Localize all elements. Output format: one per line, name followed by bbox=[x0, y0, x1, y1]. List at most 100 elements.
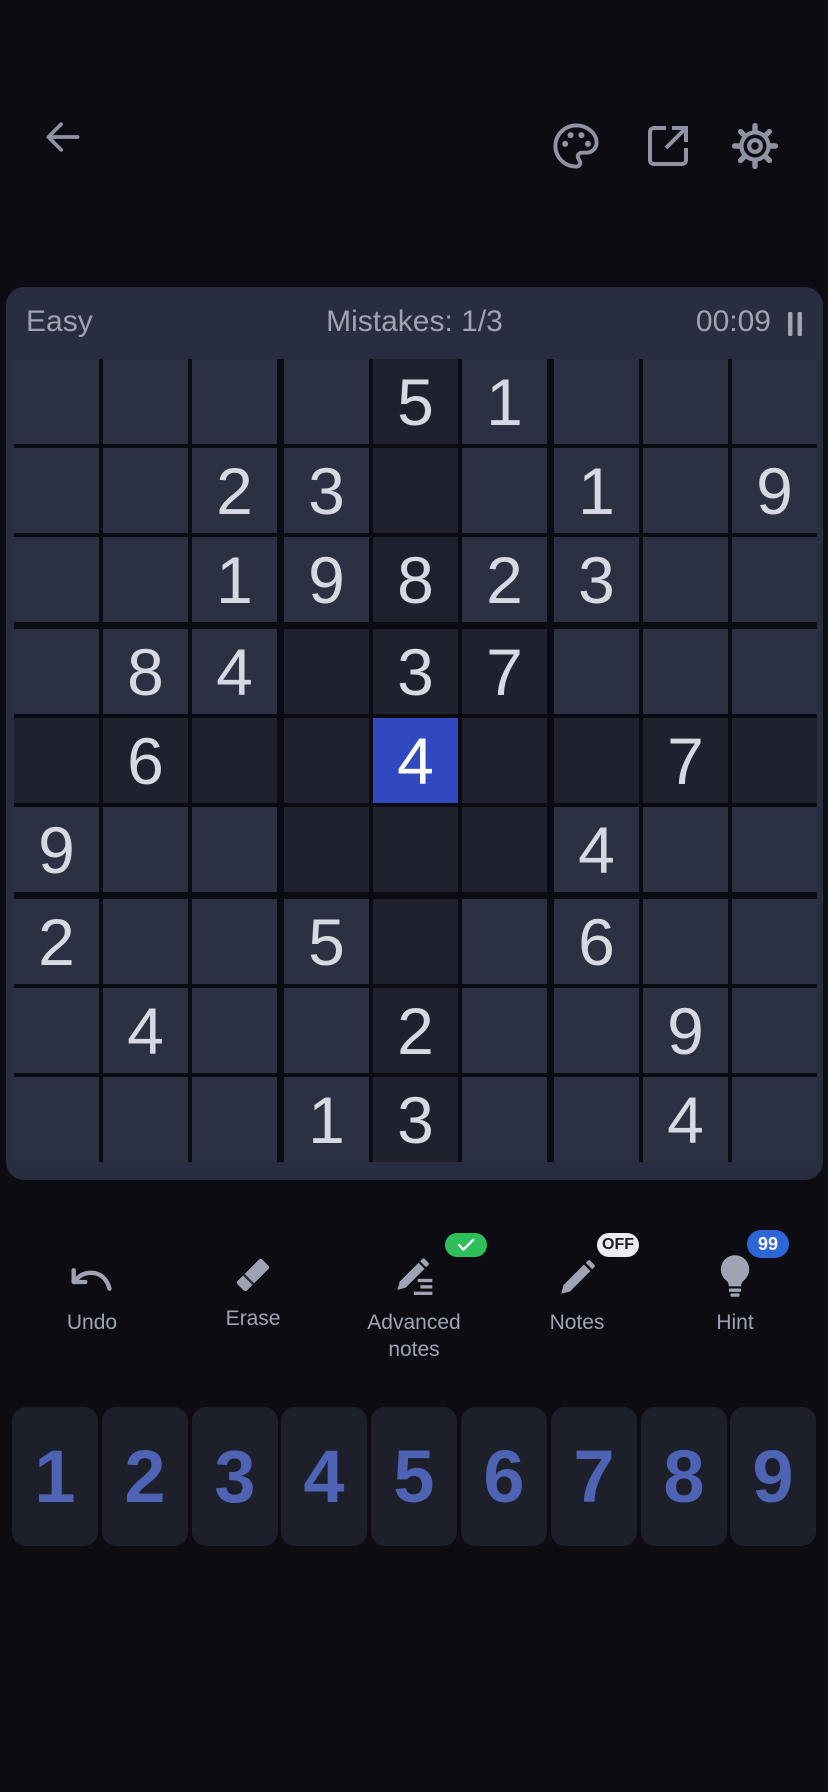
grid-cell[interactable] bbox=[732, 988, 817, 1073]
number-key-5[interactable]: 5 bbox=[371, 1407, 457, 1546]
grid-cell[interactable] bbox=[103, 807, 188, 892]
grid-cell[interactable]: 5 bbox=[373, 359, 458, 444]
settings-button[interactable] bbox=[727, 118, 783, 174]
undo-button[interactable]: Undo bbox=[22, 1249, 162, 1336]
advanced-notes-button[interactable]: Advanced notes bbox=[344, 1249, 484, 1363]
grid-cell[interactable]: 2 bbox=[462, 537, 547, 622]
number-key-3[interactable]: 3 bbox=[192, 1407, 278, 1546]
grid-cell[interactable] bbox=[643, 807, 728, 892]
grid-cell[interactable]: 4 bbox=[192, 629, 277, 714]
grid-cell[interactable] bbox=[554, 1077, 639, 1162]
back-button[interactable] bbox=[38, 112, 88, 162]
grid-cell[interactable] bbox=[462, 988, 547, 1073]
grid-cell[interactable] bbox=[14, 718, 99, 803]
grid-cell[interactable] bbox=[14, 988, 99, 1073]
grid-cell[interactable] bbox=[14, 629, 99, 714]
grid-cell[interactable] bbox=[554, 718, 639, 803]
grid-cell[interactable] bbox=[14, 1077, 99, 1162]
grid-cell[interactable]: 8 bbox=[103, 629, 188, 714]
grid-cell[interactable] bbox=[192, 899, 277, 984]
erase-button[interactable]: Erase bbox=[183, 1245, 323, 1332]
grid-cell[interactable] bbox=[732, 718, 817, 803]
grid-cell[interactable] bbox=[284, 359, 369, 444]
grid-cell[interactable] bbox=[462, 718, 547, 803]
grid-cell[interactable] bbox=[643, 537, 728, 622]
grid-cell[interactable]: 3 bbox=[554, 537, 639, 622]
grid-cell[interactable]: 7 bbox=[462, 629, 547, 714]
grid-cell[interactable] bbox=[373, 807, 458, 892]
grid-cell[interactable]: 2 bbox=[373, 988, 458, 1073]
grid-cell[interactable]: 4 bbox=[554, 807, 639, 892]
grid-cell[interactable] bbox=[373, 899, 458, 984]
grid-cell[interactable] bbox=[462, 807, 547, 892]
grid-cell[interactable] bbox=[14, 359, 99, 444]
grid-cell[interactable]: 6 bbox=[554, 899, 639, 984]
grid-cell[interactable] bbox=[554, 629, 639, 714]
grid-cell[interactable]: 3 bbox=[373, 1077, 458, 1162]
grid-cell[interactable]: 9 bbox=[643, 988, 728, 1073]
selected-cell[interactable]: 4 bbox=[373, 718, 458, 803]
number-key-2[interactable]: 2 bbox=[102, 1407, 188, 1546]
grid-cell[interactable]: 5 bbox=[284, 899, 369, 984]
notes-button[interactable]: Notes bbox=[507, 1249, 647, 1336]
grid-cell[interactable] bbox=[14, 448, 99, 533]
number-key-6[interactable]: 6 bbox=[461, 1407, 547, 1546]
grid-cell[interactable] bbox=[643, 359, 728, 444]
number-key-8[interactable]: 8 bbox=[641, 1407, 727, 1546]
grid-cell[interactable]: 8 bbox=[373, 537, 458, 622]
number-key-7[interactable]: 7 bbox=[551, 1407, 637, 1546]
grid-cell[interactable] bbox=[462, 1077, 547, 1162]
grid-cell[interactable] bbox=[103, 359, 188, 444]
grid-cell[interactable]: 7 bbox=[643, 718, 728, 803]
grid-cell[interactable]: 9 bbox=[14, 807, 99, 892]
grid-cell[interactable]: 1 bbox=[462, 359, 547, 444]
grid-cell[interactable] bbox=[103, 1077, 188, 1162]
number-key-4[interactable]: 4 bbox=[281, 1407, 367, 1546]
theme-button[interactable] bbox=[548, 118, 604, 174]
grid-cell[interactable]: 3 bbox=[373, 629, 458, 714]
grid-cell[interactable] bbox=[732, 629, 817, 714]
grid-cell[interactable]: 2 bbox=[14, 899, 99, 984]
grid-cell[interactable] bbox=[554, 988, 639, 1073]
grid-cell[interactable]: 6 bbox=[103, 718, 188, 803]
grid-cell[interactable] bbox=[732, 359, 817, 444]
grid-cell[interactable]: 1 bbox=[192, 537, 277, 622]
grid-cell[interactable] bbox=[732, 1077, 817, 1162]
grid-cell[interactable] bbox=[284, 988, 369, 1073]
grid-cell[interactable]: 4 bbox=[643, 1077, 728, 1162]
grid-cell[interactable] bbox=[103, 448, 188, 533]
grid-cell[interactable]: 2 bbox=[192, 448, 277, 533]
hint-button[interactable]: Hint bbox=[665, 1249, 805, 1336]
grid-cell[interactable] bbox=[732, 899, 817, 984]
grid-cell[interactable]: 4 bbox=[103, 988, 188, 1073]
grid-cell[interactable] bbox=[554, 359, 639, 444]
grid-cell[interactable] bbox=[103, 537, 188, 622]
number-key-9[interactable]: 9 bbox=[730, 1407, 816, 1546]
grid-cell[interactable] bbox=[643, 448, 728, 533]
grid-cell[interactable] bbox=[284, 807, 369, 892]
grid-cell[interactable] bbox=[732, 537, 817, 622]
grid-cell[interactable]: 1 bbox=[554, 448, 639, 533]
grid-cell[interactable]: 9 bbox=[284, 537, 369, 622]
grid-cell[interactable] bbox=[192, 807, 277, 892]
grid-cell[interactable] bbox=[14, 537, 99, 622]
grid-cell[interactable] bbox=[373, 448, 458, 533]
grid-cell[interactable] bbox=[192, 359, 277, 444]
grid-cell[interactable] bbox=[462, 899, 547, 984]
grid-cell[interactable]: 3 bbox=[284, 448, 369, 533]
grid-cell[interactable] bbox=[284, 718, 369, 803]
grid-cell[interactable] bbox=[192, 718, 277, 803]
grid-cell[interactable] bbox=[192, 988, 277, 1073]
grid-cell[interactable] bbox=[192, 1077, 277, 1162]
grid-cell[interactable] bbox=[103, 899, 188, 984]
grid-cell[interactable]: 9 bbox=[732, 448, 817, 533]
grid-cell[interactable] bbox=[284, 629, 369, 714]
grid-cell[interactable] bbox=[643, 899, 728, 984]
number-key-1[interactable]: 1 bbox=[12, 1407, 98, 1546]
pause-button[interactable] bbox=[787, 310, 803, 344]
grid-cell[interactable]: 1 bbox=[284, 1077, 369, 1162]
grid-cell[interactable] bbox=[462, 448, 547, 533]
grid-cell[interactable] bbox=[643, 629, 728, 714]
share-button[interactable] bbox=[640, 118, 696, 174]
grid-cell[interactable] bbox=[732, 807, 817, 892]
